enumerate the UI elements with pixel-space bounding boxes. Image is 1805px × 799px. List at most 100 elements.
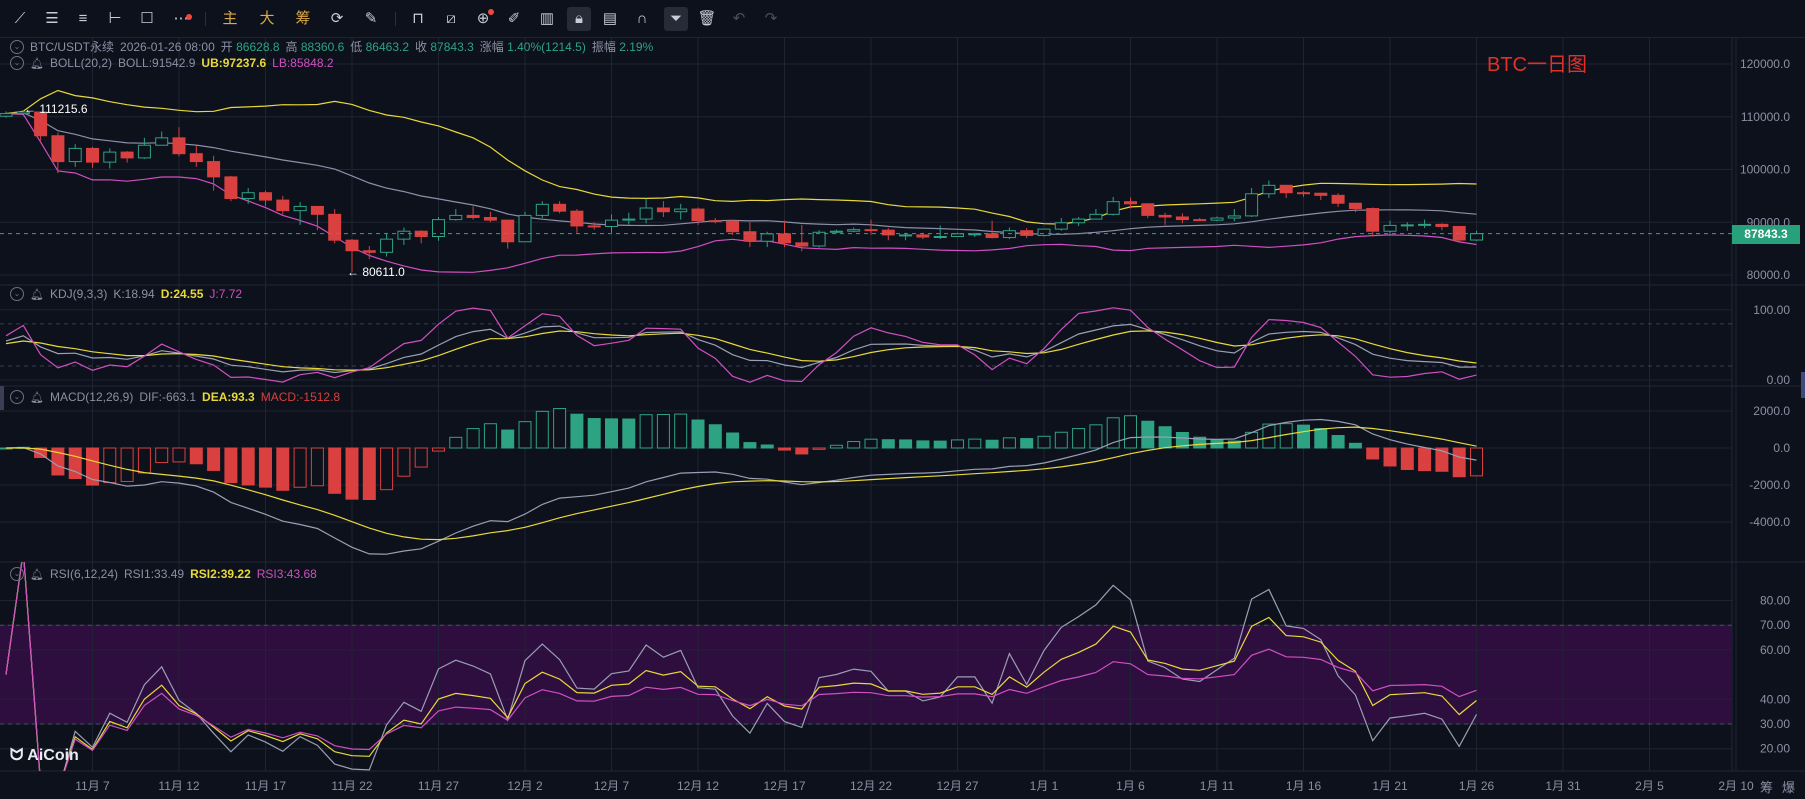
- x-axis-label: 1月 1: [1030, 779, 1059, 793]
- macd-histogram-bar: [1452, 447, 1466, 478]
- candle-body: [1089, 213, 1103, 220]
- rsi-axis-label: 60.00: [1760, 643, 1790, 657]
- candle: [1297, 191, 1310, 197]
- macd-histogram-bar: [899, 439, 913, 449]
- rsi-axis-label: 40.00: [1760, 692, 1790, 706]
- x-axis-label: 1月 6: [1116, 779, 1145, 793]
- macd-histogram-bar: [1297, 424, 1310, 449]
- x-axis-label: 1月 16: [1286, 779, 1322, 793]
- candle-body: [916, 234, 930, 238]
- collapse-icon[interactable]: ⌄: [10, 56, 24, 70]
- candle-body: [224, 176, 238, 200]
- macd-histogram-bar: [1089, 424, 1103, 449]
- macd-dea: DEA:93.3: [202, 390, 255, 404]
- candle-body: [449, 214, 463, 221]
- candle-body: [656, 207, 670, 213]
- candle-body: [605, 219, 618, 227]
- candle-body: [933, 235, 947, 238]
- candle: [414, 230, 428, 244]
- candle: [933, 225, 947, 240]
- price-pane: [0, 89, 1732, 273]
- candle: [68, 144, 82, 167]
- x-axis-label: 11月 7: [75, 779, 110, 793]
- macd-histogram-bar: [1141, 420, 1155, 449]
- macd-histogram-bar: [570, 413, 584, 449]
- macd-histogram-bar: [1020, 438, 1034, 449]
- logo-icon: ᗢ: [10, 747, 24, 764]
- macd-histogram-bar: [760, 444, 774, 449]
- candle: [1262, 180, 1276, 198]
- macd-histogram-bar: [397, 447, 411, 477]
- macd-histogram-bar: [985, 439, 999, 449]
- x-axis-label: 1月 21: [1372, 779, 1408, 793]
- bell-icon[interactable]: 🔔︎: [30, 288, 44, 301]
- macd-histogram-bar: [847, 441, 861, 449]
- macd-histogram-bar: [881, 439, 895, 449]
- macd-histogram-bar: [535, 410, 549, 449]
- chip-button[interactable]: 筹: [1760, 777, 1773, 796]
- rsi1: RSI1:33.49: [124, 567, 185, 581]
- macd-histogram-bar: [380, 447, 394, 491]
- macd-histogram-bar: [328, 447, 342, 494]
- collapse-icon[interactable]: ⌄: [10, 39, 24, 54]
- rsi-band: [0, 625, 1732, 724]
- candle: [605, 214, 618, 233]
- candle-body: [189, 153, 203, 163]
- candle: [1037, 228, 1051, 237]
- macd-histogram-bar: [414, 447, 428, 468]
- candle-body: [155, 137, 169, 146]
- macd-histogram-bar: [951, 439, 964, 449]
- macd-histogram-bar: [1331, 435, 1345, 449]
- candle: [120, 151, 134, 163]
- candle: [1227, 209, 1241, 222]
- left-panel-handle[interactable]: [0, 386, 4, 410]
- candle: [1279, 184, 1293, 198]
- candle: [310, 205, 324, 231]
- rsi-name[interactable]: RSI(6,12,24): [50, 567, 118, 581]
- macd-histogram-bar: [1072, 428, 1086, 449]
- rsi2: RSI2:39.22: [190, 567, 251, 581]
- candle: [432, 216, 445, 241]
- kdj-name[interactable]: KDJ(9,3,3): [50, 287, 107, 301]
- candle-body: [674, 208, 688, 213]
- candle: [155, 131, 169, 146]
- candle-body: [310, 205, 324, 215]
- macd-histogram-bar: [933, 440, 947, 449]
- collapse-icon[interactable]: ⌄: [10, 287, 24, 301]
- macd-histogram-bar: [1366, 447, 1380, 460]
- candle-body: [553, 203, 567, 212]
- candle: [1418, 219, 1432, 229]
- macd-name[interactable]: MACD(12,26,9): [50, 390, 133, 404]
- macd-histogram-bar: [743, 442, 757, 449]
- macd-histogram-bar: [362, 447, 376, 501]
- bell-icon[interactable]: 🔔︎: [30, 391, 44, 404]
- open-value: 86628.8: [236, 40, 280, 54]
- candle: [726, 219, 740, 235]
- candle: [483, 211, 497, 223]
- macd-histogram-bar: [968, 438, 982, 449]
- candle: [639, 198, 653, 224]
- x-axis-label: 12月 27: [936, 779, 978, 793]
- price-axis-label: 80000.0: [1747, 268, 1791, 282]
- candle: [137, 137, 151, 159]
- right-panel-handle[interactable]: [1801, 372, 1805, 398]
- candle-body: [328, 213, 342, 241]
- bell-icon[interactable]: 🔔︎: [30, 568, 44, 581]
- boll-name[interactable]: BOLL(20,2): [50, 56, 112, 70]
- liquidation-button[interactable]: 爆: [1782, 777, 1795, 796]
- candle: [380, 232, 394, 257]
- collapse-icon[interactable]: ⌄: [10, 390, 24, 404]
- symbol: BTC/USDT永续: [30, 40, 115, 54]
- x-axis-label: 12月 17: [763, 779, 805, 793]
- candle-body: [691, 208, 705, 222]
- candle-body: [535, 203, 549, 216]
- candle-body: [1383, 224, 1397, 232]
- candle-body: [778, 233, 791, 244]
- kdj-d: D:24.55: [160, 287, 204, 301]
- candle: [1106, 196, 1120, 216]
- candle: [397, 227, 411, 245]
- collapse-icon[interactable]: ⌄: [10, 567, 24, 581]
- bell-icon[interactable]: 🔔︎: [30, 57, 44, 70]
- candle: [1400, 222, 1414, 231]
- macd-histogram-bar: [483, 423, 497, 449]
